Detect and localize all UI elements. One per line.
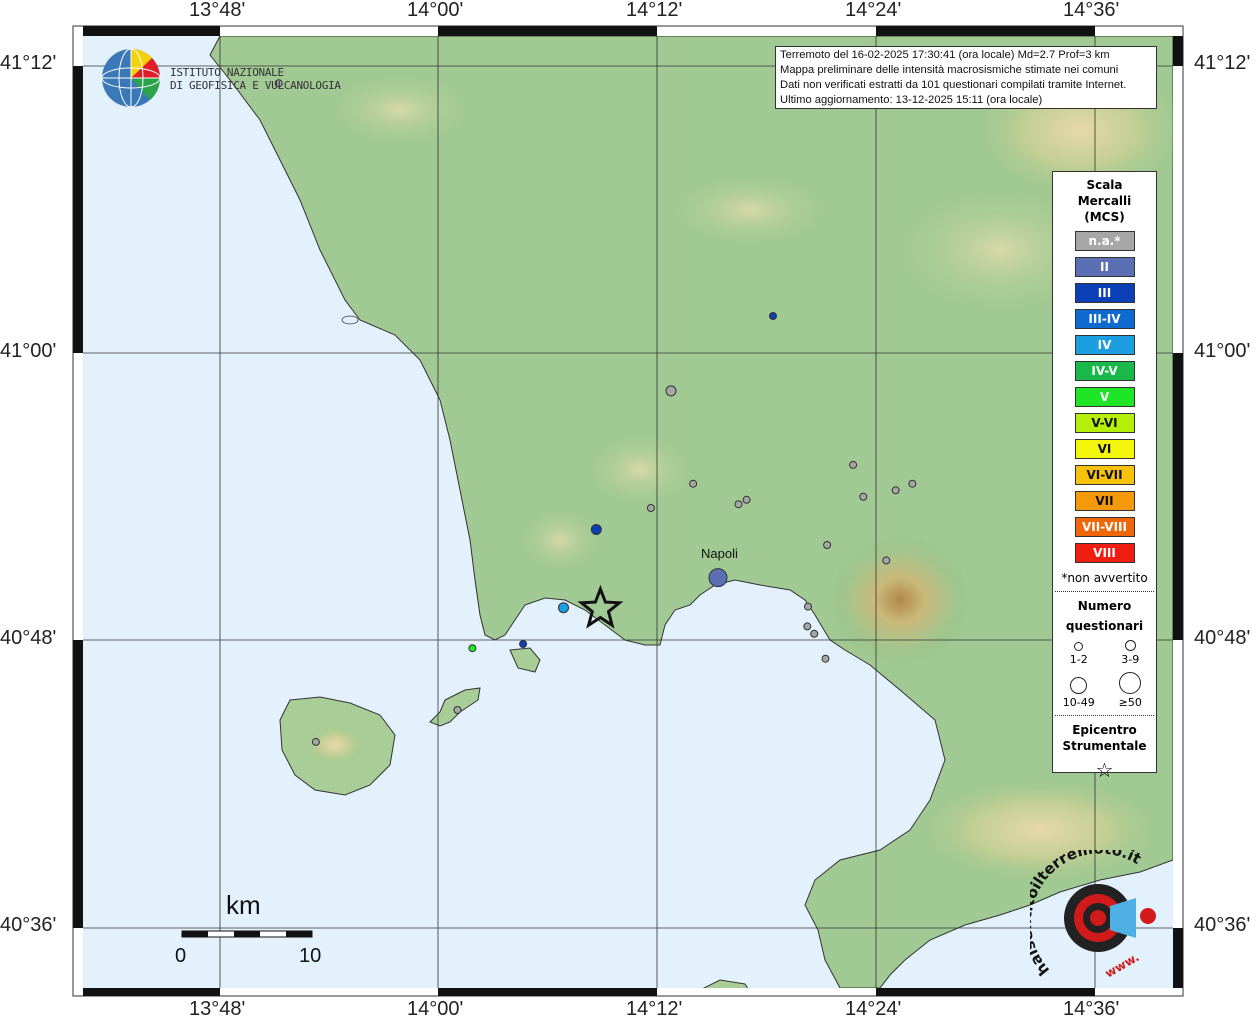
observation-marker[interactable]	[804, 602, 812, 611]
event-info-line4: Ultimo aggiornamento: 13-12-2025 15:11 (…	[780, 94, 1043, 106]
legend-questionnaires-title-2: questionari	[1065, 619, 1144, 633]
right-tick-label: 41°00'	[1194, 340, 1251, 362]
event-info-line1: Terremoto del 16-02-2025 17:30:41 (ora l…	[780, 49, 1110, 61]
legend-swatches: n.a.* II III III-IV IV IV-V V V-VI VI VI-VII VII VI…	[1053, 231, 1156, 563]
top-tick-label: 13°48'	[189, 0, 246, 21]
observation-marker[interactable]	[689, 479, 698, 488]
mcs-legend: Scala Mercalli (MCS) n.a.* II III III-IV IV I…	[1052, 171, 1157, 782]
observation-marker[interactable]	[821, 654, 830, 663]
observation-marker[interactable]	[769, 312, 777, 320]
observation-marker[interactable]	[849, 460, 858, 469]
circle-icon	[1074, 642, 1084, 651]
legend-size-item: 1-2	[1055, 642, 1103, 666]
event-info-box: Terremoto del 16-02-2025 17:30:41 (ora l…	[775, 46, 1157, 109]
top-tick-label: 14°00'	[407, 0, 464, 21]
ingv-name: ISTITUTO NAZIONALE DI GEOFISICA E VULCAN…	[170, 66, 341, 92]
observation-marker[interactable]	[803, 622, 812, 631]
legend-title-3: (MCS)	[1084, 210, 1125, 224]
circle-icon	[1119, 672, 1142, 694]
legend-swatch: V	[1074, 387, 1135, 407]
legend-swatch: IV	[1074, 335, 1135, 355]
event-info-line3: Dati non verificati estratti da 101 ques…	[780, 79, 1127, 91]
top-tick-label: 14°24'	[845, 0, 902, 21]
right-tick-label: 41°12'	[1194, 52, 1251, 74]
legend-swatch: VIII	[1074, 543, 1135, 563]
legend-size-label: 1-2	[1069, 653, 1088, 666]
observation-marker[interactable]	[823, 541, 832, 549]
observation-marker[interactable]	[734, 500, 743, 509]
observation-marker[interactable]	[468, 644, 477, 653]
legend-swatch: VII	[1074, 491, 1135, 511]
scale-bar	[181, 930, 313, 938]
legend-swatch: III-IV	[1074, 309, 1135, 329]
bottom-tick-label: 13°48'	[189, 998, 246, 1020]
legend-epicenter-title-1: Epicentro	[1072, 723, 1137, 737]
scale-max: 10	[299, 945, 322, 967]
legend-size-label: ≥50	[1118, 696, 1142, 709]
top-tick-label: 14°12'	[626, 0, 683, 21]
ingv-logo-icon	[101, 48, 161, 108]
star-icon: ☆	[1095, 758, 1114, 782]
observation-marker[interactable]	[453, 706, 462, 714]
legend-swatch: V-VI	[1074, 413, 1135, 433]
observation-marker[interactable]	[590, 524, 602, 535]
observation-marker[interactable]	[708, 568, 728, 588]
right-tick-label: 40°36'	[1194, 914, 1251, 936]
legend-not-felt-note: *non avvertito	[1061, 571, 1148, 585]
legend-size-label: 10-49	[1062, 696, 1095, 709]
legend-swatch: IV-V	[1074, 361, 1135, 381]
observation-marker[interactable]	[908, 479, 917, 488]
place-label-napoli: Napoli	[701, 546, 738, 561]
observation-marker[interactable]	[311, 737, 320, 746]
left-tick-label: 41°12'	[0, 52, 57, 74]
legend-swatch: III	[1074, 283, 1135, 303]
legend-questionnaires-title-1: Numero	[1077, 599, 1132, 613]
observation-marker[interactable]	[742, 495, 751, 504]
left-tick-label: 40°48'	[0, 627, 57, 649]
bottom-tick-label: 14°24'	[845, 998, 902, 1020]
observation-marker[interactable]	[665, 385, 677, 397]
scale-unit: km	[226, 890, 261, 920]
legend-swatch: VI-VII	[1074, 465, 1135, 485]
circle-icon	[1070, 677, 1088, 694]
left-tick-label: 41°00'	[0, 340, 57, 362]
right-tick-label: 40°48'	[1194, 627, 1251, 649]
bottom-tick-label: 14°12'	[626, 998, 683, 1020]
bottom-tick-label: 14°00'	[407, 998, 464, 1020]
ingv-name-line1: ISTITUTO NAZIONALE	[170, 66, 284, 79]
legend-title-1: Scala	[1086, 178, 1123, 192]
observation-marker[interactable]	[882, 556, 891, 565]
observation-marker[interactable]	[646, 504, 655, 512]
circle-icon	[1124, 640, 1136, 651]
legend-swatch: n.a.*	[1074, 231, 1135, 251]
top-tick-label: 14°36'	[1063, 0, 1120, 21]
legend-size-label: 3-9	[1121, 653, 1140, 666]
legend-size-item: 3-9	[1106, 640, 1154, 666]
legend-swatch: VII-VIII	[1074, 517, 1135, 537]
scale-min: 0	[175, 945, 187, 967]
bottom-tick-label: 14°36'	[1063, 998, 1120, 1020]
haisentito-www-text: www.	[1103, 950, 1142, 981]
legend-swatch: VI	[1074, 439, 1135, 459]
legend-size-item: 10-49	[1055, 677, 1103, 709]
observation-marker[interactable]	[859, 492, 868, 501]
ingv-name-line2: DI GEOFISICA E VULCANOLOGIA	[170, 79, 341, 92]
observation-marker[interactable]	[558, 602, 569, 614]
observation-marker[interactable]	[810, 629, 819, 638]
observation-marker[interactable]	[891, 486, 900, 495]
left-tick-label: 40°36'	[0, 914, 57, 936]
legend-title-2: Mercalli	[1077, 194, 1132, 208]
legend-size-item: ≥50	[1106, 672, 1154, 709]
legend-epicenter-title-2: Strumentale	[1062, 739, 1147, 753]
legend-swatch: II	[1074, 257, 1135, 277]
haisentito-watermark: haisentitoilterremoto.it www.	[1030, 850, 1144, 981]
event-info-line2: Mappa preliminare delle intensità macros…	[780, 64, 1119, 76]
observation-marker[interactable]	[519, 640, 528, 648]
